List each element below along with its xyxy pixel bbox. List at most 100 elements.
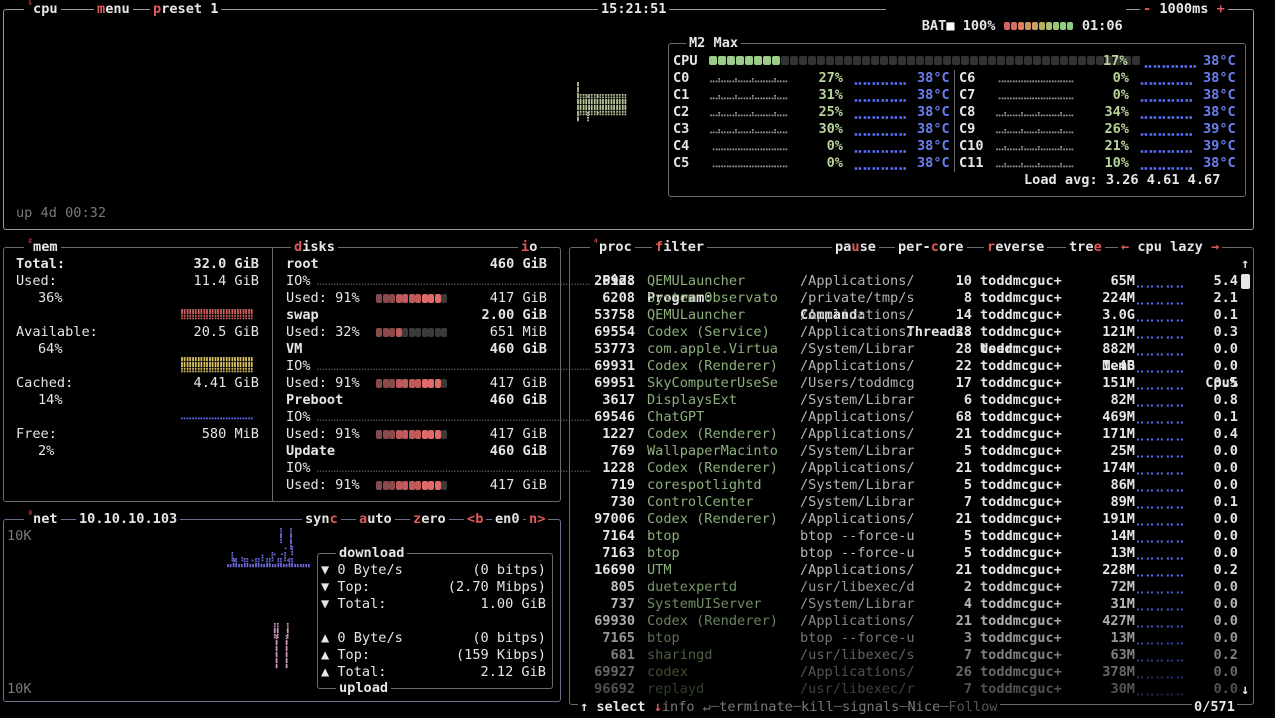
- mem-total-label: Total:: [16, 256, 66, 272]
- command: /Applications/: [800, 324, 915, 340]
- user: toddmcguc+: [980, 426, 1062, 442]
- process-row[interactable]: 1228 Codex (Renderer) /Applications/21 todd…: [570, 460, 1250, 477]
- dl-top: (2.70 Mibps): [447, 579, 546, 595]
- menu-tab[interactable]: menu: [94, 1, 133, 18]
- scroll-up-icon[interactable]: ↑: [1241, 256, 1249, 273]
- disk-meter-cell: [389, 430, 395, 439]
- nice-button[interactable]: Nice: [907, 699, 940, 715]
- pid: 69951: [594, 375, 635, 391]
- cpu-meter-cell: [898, 56, 906, 65]
- process-row[interactable]: 6208 System Observato/private/tmp/s 8 toddm…: [570, 290, 1250, 307]
- process-row[interactable]: 69931 Codex (Renderer) /Applications/22 tod…: [570, 358, 1250, 375]
- cpu-meter-cell: [961, 56, 969, 65]
- program: QEMULauncher: [647, 273, 746, 289]
- program: QEMULauncher: [647, 307, 746, 323]
- disk-meter-cell: [421, 379, 428, 388]
- program: duetexpertd: [647, 579, 738, 595]
- mem: 3.0G: [1102, 307, 1135, 323]
- mem-total: 32.0 GiB: [193, 256, 259, 272]
- cpu-spark: ⣀⣀⣀⣀⣀: [1135, 545, 1185, 561]
- disk-used-row: Used: 91%: [286, 375, 360, 391]
- cpu: 0.0: [1213, 511, 1238, 527]
- process-row[interactable]: 97006 Codex (Renderer) /Applications/21 tod…: [570, 511, 1250, 528]
- terminate-button[interactable]: terminate: [719, 699, 793, 715]
- process-row[interactable]: 7163 btop btop --force-u 5 toddmcguc+ 13M ⣀⣀⣀⣀…: [570, 545, 1250, 562]
- process-row[interactable]: 681 sharingd/usr/libexec/s 7 toddmcguc+ 63M ⣀…: [570, 647, 1250, 664]
- process-row[interactable]: 16690 UTM/Applications/21 toddmcguc+ 228M ⣀⣀…: [570, 562, 1250, 579]
- core-spark: ⢀⣀⣀⣀⣀⣀⣀⣀⣀⣀⣀⣀⣀⣀: [995, 90, 1074, 100]
- next-interface-button[interactable]: n>: [526, 511, 549, 528]
- process-row[interactable]: 1227 Codex (Renderer) /Applications/21 todd…: [570, 426, 1250, 443]
- process-row[interactable]: 719 corespotlightd/System/Librar 5 toddmcgu…: [570, 477, 1250, 494]
- info-button[interactable]: info: [662, 699, 695, 715]
- ul-rate-row: ▲ 0 Byte/s: [321, 630, 403, 646]
- sync-toggle[interactable]: sync: [302, 511, 341, 528]
- core-spark: ⣀⣠⣀⣀⣠⣀⣀⣠⣀⣀⣀⣠⣀⣀: [709, 73, 788, 83]
- disk-meter-cell: [395, 379, 402, 388]
- tree-toggle[interactable]: tree: [1066, 239, 1105, 256]
- battery-label: BAT: [921, 18, 947, 34]
- proc-header: Pid: Program: Command: Threads: User: Me…: [570, 256, 1250, 391]
- process-row[interactable]: 69927 codex/Applications/26 toddmcguc+ 378M…: [570, 664, 1250, 681]
- filter-button[interactable]: filter: [652, 239, 708, 256]
- interval-increase-button[interactable]: +: [1217, 1, 1225, 17]
- cpu-meter-cell: [853, 56, 861, 65]
- mem-tab[interactable]: ²mem: [24, 238, 61, 256]
- reverse-toggle[interactable]: reverse: [984, 239, 1048, 256]
- net-tab[interactable]: ³net: [24, 510, 61, 528]
- process-row[interactable]: 737 SystemUIServer/System/Librar 4 toddmcgu…: [570, 596, 1250, 613]
- disk-size: 460 GiB: [489, 256, 547, 272]
- process-row[interactable]: 69951 SkyComputerUseSe/Users/toddmcg 17 tod…: [570, 375, 1250, 392]
- core-temp-spark: ⣀⣀⣀⣀⣀⣀: [853, 138, 908, 154]
- mem: 171M: [1102, 426, 1135, 442]
- core-name: C0: [673, 70, 690, 86]
- auto-toggle[interactable]: auto: [356, 511, 395, 528]
- process-row[interactable]: 69546 ChatGPT/Applications/68 toddmcguc+ 46…: [570, 409, 1250, 426]
- process-row[interactable]: 805 duetexpertd/usr/libexec/d 2 toddmcguc+ 7…: [570, 579, 1250, 596]
- proc-tab[interactable]: ⁴proc: [590, 238, 635, 256]
- disk-meter-cell: [421, 294, 428, 303]
- process-row[interactable]: 53773 com.apple.Virtua/System/Librar 28 tod…: [570, 341, 1250, 358]
- disk-io-graph: ⣀⣀⣀⣀⣀⣀⣀⣀⣀⣀⣀⣀⣀⣀⣀⣀⣀⣀⣀⣀⣀⣀⣀⣀⣀⣀⣀⣀⣀⣀⣀⣀⣀⣀⣀⣀⣀⣀⣀⣀…: [316, 276, 591, 286]
- prev-interface-button[interactable]: <b: [464, 511, 487, 528]
- process-row[interactable]: 69554 Codex (Service) /Applications/28 todd…: [570, 324, 1250, 341]
- process-row[interactable]: 730 ControlCenter/System/Librar 7 toddmcguc…: [570, 494, 1250, 511]
- process-row[interactable]: 96692 replayd/usr/libexec/r 7 toddmcguc+ 30M…: [570, 681, 1250, 698]
- follow-button[interactable]: Follow: [948, 699, 997, 715]
- disk-meter-cell: [434, 294, 441, 303]
- sort-next-icon[interactable]: →: [1211, 239, 1219, 255]
- signals-button[interactable]: signals: [842, 699, 899, 715]
- interval-decrease-button[interactable]: -: [1143, 1, 1151, 17]
- select-up-icon[interactable]: ↑: [580, 699, 588, 715]
- disk-name: VM: [286, 341, 303, 357]
- program: sharingd: [647, 647, 713, 663]
- process-row[interactable]: 3617 DisplaysExt/System/Librar 6 toddmcguc+…: [570, 392, 1250, 409]
- process-row[interactable]: 26928 QEMULauncher/Applications/10 toddmcg…: [570, 273, 1250, 290]
- process-row[interactable]: 69930 Codex (Renderer) /Applications/21 tod…: [570, 613, 1250, 630]
- sort-selector[interactable]: ← cpu lazy →: [1118, 239, 1223, 256]
- cpu-tab[interactable]: ¹cpu: [24, 0, 61, 18]
- process-row[interactable]: 769 WallpaperMacinto/System/Librar 5 toddmc…: [570, 443, 1250, 460]
- disk-meter-cell: [408, 294, 415, 303]
- select-down-icon[interactable]: ↓: [654, 699, 662, 715]
- kill-button[interactable]: kill: [801, 699, 834, 715]
- cpu-graph: ⡀ ⡇ ⡇ ⡀ ⡀ ⣿⣿⣿⣿⣿⣿⣿⣿⣿ ⣿⣿⣿⣿⣿⣿⣿⣿⣿ ⣿⣿⣿⣿⣿⣿⣿⣿⣿ …: [576, 76, 627, 128]
- sort-prev-icon[interactable]: ←: [1121, 239, 1129, 255]
- pause-button[interactable]: pause: [832, 239, 879, 256]
- process-row[interactable]: 7164 btop btop --force-u 5 toddmcguc+ 14M ⣀⣀⣀⣀…: [570, 528, 1250, 545]
- per-core-toggle[interactable]: per-core: [895, 239, 967, 256]
- mem: 30M: [1110, 681, 1135, 697]
- disk-meter-cell: [421, 430, 428, 439]
- disks-tab[interactable]: disks: [291, 239, 338, 256]
- net-stats-panel: download ▼ 0 Byte/s (0 bitps) ▼ Top: (2.…: [317, 545, 553, 697]
- user: toddmcguc+: [980, 477, 1062, 493]
- select-label[interactable]: select: [596, 699, 645, 715]
- disk-meter-cell: [395, 430, 402, 439]
- cpu-spark: ⣀⣀⣀⣀⣀: [1135, 358, 1185, 374]
- preset-tab[interactable]: preset 1: [150, 1, 222, 18]
- io-tab[interactable]: io: [518, 239, 541, 256]
- zero-toggle[interactable]: zero: [410, 511, 449, 528]
- process-row[interactable]: 53758 QEMULauncher/Applications/14 toddmcg…: [570, 307, 1250, 324]
- process-row[interactable]: 7165 btop btop --force-u 3 toddmcguc+ 13M ⣀⣀⣀⣀…: [570, 630, 1250, 647]
- threads: 28: [955, 341, 972, 357]
